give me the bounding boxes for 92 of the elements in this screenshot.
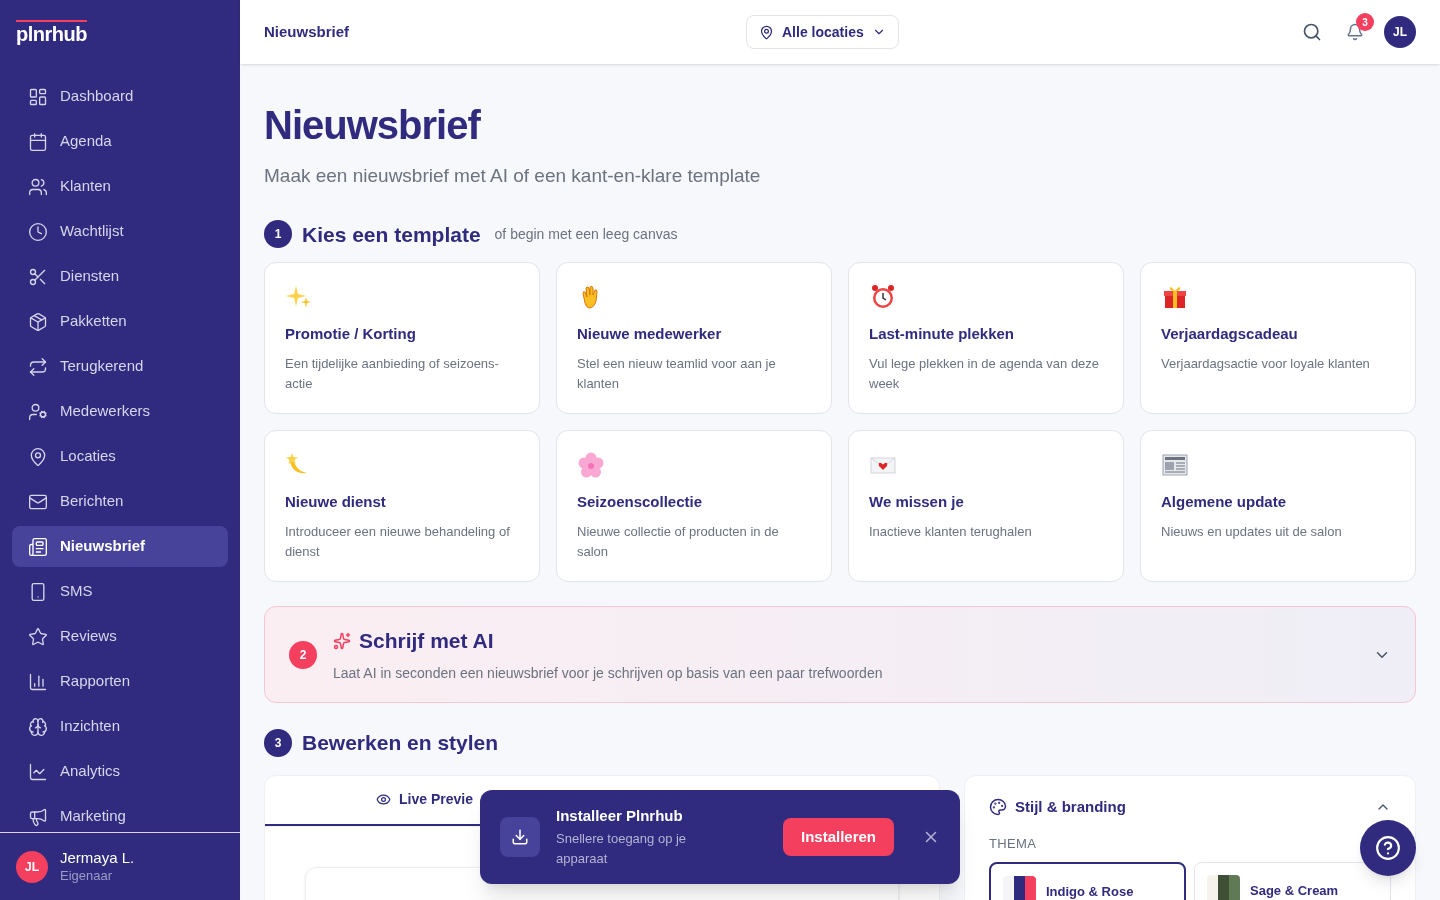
template-card[interactable]: We missen je Inactieve klanten terughalen (848, 430, 1124, 582)
sidebar-item[interactable]: Inzichten (12, 706, 228, 747)
help-icon (1375, 835, 1401, 861)
user-name: Jermaya L. (60, 849, 135, 868)
sidebar-item[interactable]: Diensten (12, 256, 228, 297)
line-chart-icon (28, 761, 48, 782)
template-title: Algemene update (1161, 492, 1288, 512)
sidebar-item[interactable]: Pakketten (12, 301, 228, 342)
template-title: Last-minute plekken (869, 324, 1016, 344)
bar-chart-icon (28, 671, 48, 692)
flower-icon (577, 451, 605, 479)
theme-label: THEMA (989, 835, 1038, 853)
user-avatar[interactable]: JL (1384, 16, 1416, 48)
template-description: Verjaardagsactie voor loyale klanten (1161, 354, 1371, 373)
sidebar-item[interactable]: Agenda (12, 121, 228, 162)
toast-title: Installeer Plnrhub (556, 805, 684, 826)
step-number: 2 (289, 640, 317, 669)
page-heading: Nieuwsbrief (264, 102, 482, 149)
newspaper-icon (1161, 451, 1189, 479)
calendar-icon (28, 131, 48, 152)
sidebar-item[interactable]: SMS (12, 571, 228, 612)
sidebar-item[interactable]: Medewerkers (12, 391, 228, 432)
template-title: Promotie / Korting (285, 324, 417, 344)
notification-count: 3 (1356, 13, 1374, 31)
sidebar-item[interactable]: Dashboard (12, 76, 228, 117)
download-icon (500, 817, 540, 857)
scissors-icon (28, 266, 48, 287)
template-card[interactable]: Verjaardagscadeau Verjaardagsactie voor loyale klanten (1140, 262, 1416, 414)
sidebar-item[interactable]: Terugkerend (12, 346, 228, 387)
install-button[interactable]: Installeren (782, 818, 894, 856)
page-subtitle: Maak een nieuwsbrief met AI of een kant-en-klare template (264, 164, 762, 188)
template-description: Een tijdelijke aanbieding of seizoens-actie (285, 354, 500, 393)
star-icon (28, 626, 48, 647)
logo[interactable]: plnrhub (16, 20, 87, 44)
sidebar-item[interactable]: Berichten (12, 481, 228, 522)
user-avatar: JL (16, 850, 48, 883)
sidebar-item[interactable]: Reviews (12, 616, 228, 657)
newspaper-icon (28, 536, 48, 557)
template-description: Inactieve klanten terughalen (869, 522, 1033, 541)
template-card[interactable]: Algemene update Nieuws en updates uit de salon (1140, 430, 1416, 582)
map-pin-icon (28, 446, 48, 467)
bell-icon[interactable] (1346, 23, 1364, 41)
palette-icon (989, 797, 1007, 816)
step-number: 3 (264, 728, 292, 757)
template-title: We missen je (869, 492, 965, 512)
panel-title: Stijl & branding (1015, 796, 1127, 817)
sidebar-item[interactable]: Rapporten (12, 661, 228, 702)
user-role: Eigenaar (60, 867, 114, 884)
template-description: Nieuws en updates uit de salon (1161, 522, 1343, 541)
template-description: Vul lege plekken in de agenda van deze week (869, 354, 1101, 393)
sidebar-item[interactable]: Marketing (12, 796, 228, 832)
alarm-clock-icon (869, 283, 897, 311)
template-title: Nieuwe medewerker (577, 324, 723, 344)
eye-icon (376, 792, 391, 807)
dashboard-icon (28, 86, 48, 107)
box-icon (28, 311, 48, 332)
users-icon (28, 176, 48, 197)
template-description: Stel een nieuw teamlid voor aan je klanten (577, 354, 777, 393)
section-description: Laat AI in seconden een nieuwsbrief voor je schrijven op basis van een paar trefwoorden (333, 663, 884, 683)
section-title: Schrijf met AI (359, 628, 494, 655)
repeat-icon (28, 356, 48, 377)
sidebar-item[interactable]: Klanten (12, 166, 228, 207)
user-gear-icon (28, 401, 48, 422)
sparkles-icon (333, 632, 351, 650)
search-icon[interactable] (1302, 22, 1322, 42)
sidebar-item[interactable]: Locaties (12, 436, 228, 477)
template-card[interactable]: Last-minute plekken Vul lege plekken in de agenda van deze week (848, 262, 1124, 414)
clock-icon (28, 221, 48, 242)
template-card[interactable]: Promotie / Korting Een tijdelijke aanbieding of seizoens-actie (264, 262, 540, 414)
page-title: Nieuwsbrief (264, 21, 351, 42)
section-hint: of begin met een leeg canvas (494, 224, 678, 244)
megaphone-icon (28, 806, 48, 827)
brain-icon (28, 716, 48, 737)
toast-description: Snellere toegang op je apparaat (556, 830, 688, 869)
ai-panel[interactable]: 2 Schrijf met AI Laat AI in seconden een nieuwsbrief voor je schrijven op basis van een paar trefwoorden (264, 606, 1416, 703)
sidebar-item[interactable]: Nieuwsbrief (12, 526, 228, 567)
template-title: Verjaardagscadeau (1161, 324, 1299, 344)
section-title: Kies een template (302, 221, 481, 248)
section-title: Bewerken en stylen (302, 730, 499, 756)
template-title: Seizoenscollectie (577, 492, 704, 512)
template-description: Introduceer een nieuwe behandeling of dienst (285, 522, 511, 561)
sidebar-item[interactable]: Analytics (12, 751, 228, 792)
template-description: Nieuwe collectie of producten in de salon (577, 522, 780, 561)
step-number: 1 (264, 220, 292, 249)
sidebar-item[interactable]: Wachtlijst (12, 211, 228, 252)
map-pin-icon (759, 24, 774, 40)
theme-option[interactable]: Indigo & Rose (989, 861, 1186, 900)
template-card[interactable]: Nieuwe medewerker Stel een nieuw teamlid voor aan je klanten (556, 262, 832, 414)
template-title: Nieuwe dienst (285, 492, 387, 512)
template-card[interactable]: Seizoenscollectie Nieuwe collectie of producten in de salon (556, 430, 832, 582)
template-card[interactable]: Nieuwe dienst Introduceer een nieuwe behandeling of dienst (264, 430, 540, 582)
location-dropdown[interactable]: Alle locaties (746, 15, 899, 49)
